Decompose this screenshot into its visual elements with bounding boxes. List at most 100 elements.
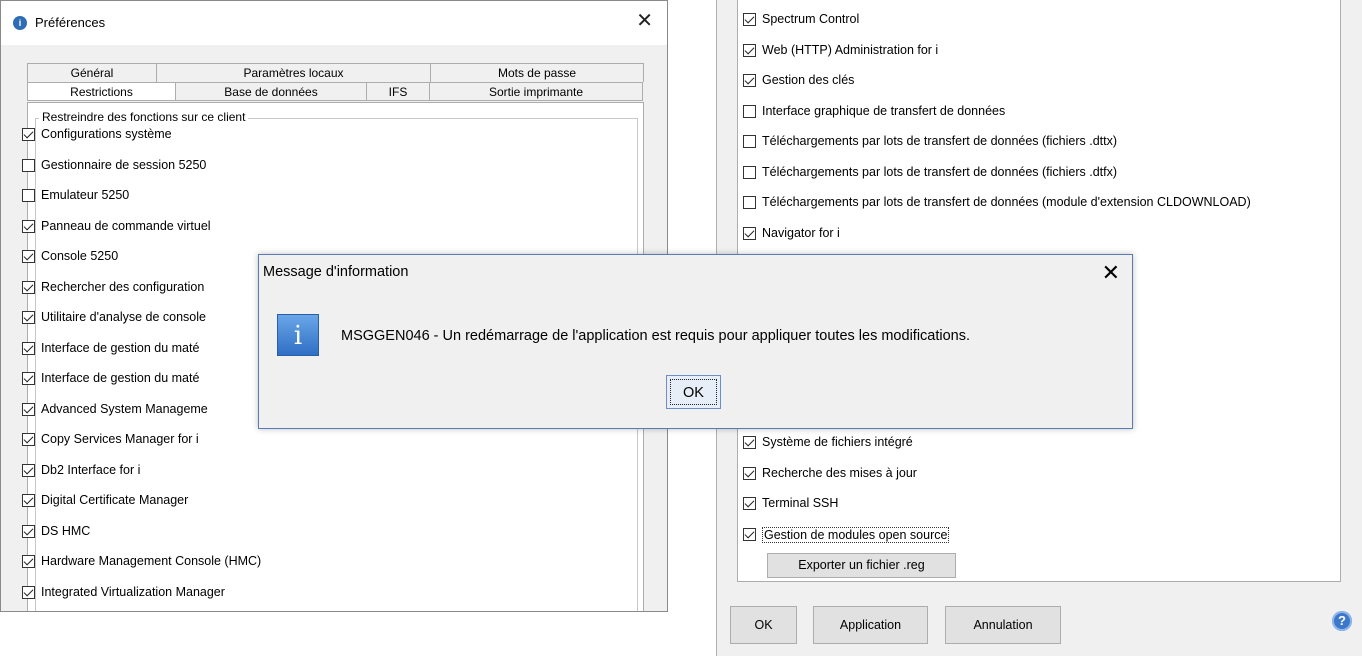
dialog-ok-label: OK (670, 379, 717, 405)
checkbox-label: Integrated Virtualization Manager (41, 584, 225, 599)
dialog-close-icon[interactable]: ✕ (1102, 261, 1120, 285)
checkbox-label: Terminal SSH (762, 496, 839, 510)
tab-ifs[interactable]: IFS (366, 82, 430, 101)
checkbox-item[interactable]: Gestionnaire de session 5250 (22, 158, 261, 189)
checkbox-item[interactable]: Panneau de commande virtuel (22, 219, 261, 250)
apply-button[interactable]: Application (813, 606, 928, 644)
checkbox-label: Gestion des clés (762, 73, 855, 87)
tab-base-de-donnees[interactable]: Base de données (175, 82, 367, 101)
export-reg-button[interactable]: Exporter un fichier .reg (767, 553, 956, 578)
checkbox-item[interactable]: Advanced System Manageme (22, 402, 261, 433)
checkbox-item[interactable]: Téléchargements par lots de transfert de… (743, 134, 1251, 165)
tab-restrictions[interactable]: Restrictions (27, 82, 176, 101)
dialog-ok-button[interactable]: OK (666, 375, 721, 409)
checkbox-item[interactable]: Spectrum Control (743, 12, 1251, 43)
checkbox-unchecked[interactable] (22, 158, 35, 172)
checkbox-label: Téléchargements par lots de transfert de… (762, 164, 1118, 179)
checkbox-checked[interactable] (743, 13, 756, 26)
checkbox-checked[interactable] (22, 372, 35, 385)
checkbox-item[interactable]: Recherche des mises à jour (743, 466, 949, 497)
checkbox-checked[interactable] (22, 219, 35, 233)
checkbox-unchecked[interactable] (743, 135, 756, 148)
checkbox-checked[interactable] (22, 555, 35, 568)
checkbox-item[interactable]: Integrated Virtualization Manager (22, 584, 261, 612)
checkbox-checked[interactable] (22, 341, 35, 355)
checkbox-item[interactable]: Hardware Management Console (HMC) (22, 554, 261, 585)
checkbox-item[interactable]: Utilitaire d'analyse de console (22, 310, 261, 341)
checkbox-item[interactable]: Console 5250 (22, 249, 261, 280)
checkbox-label: Hardware Management Console (HMC) (41, 554, 262, 568)
checkbox-item[interactable]: Gestion des clés (743, 73, 1251, 104)
checkbox-checked[interactable] (743, 497, 756, 510)
checkbox-unchecked[interactable] (22, 189, 35, 202)
window-title: Préférences (35, 15, 106, 30)
checkbox-checked[interactable] (22, 463, 35, 477)
checkbox-label: Interface graphique de transfert de donn… (762, 103, 1006, 118)
checkbox-label: Web (HTTP) Administration for i (762, 42, 939, 57)
tab-general[interactable]: Général (27, 63, 157, 82)
checkbox-label: Utilitaire d'analyse de console (41, 310, 206, 324)
checkbox-unchecked[interactable] (743, 196, 756, 209)
checkbox-item[interactable]: Navigator for i (743, 226, 1251, 257)
checkbox-label: Rechercher des configuration (41, 279, 205, 294)
checkbox-item[interactable]: Téléchargements par lots de transfert de… (743, 165, 1251, 196)
checkbox-checked[interactable] (22, 250, 35, 263)
checkbox-item[interactable]: Interface de gestion du maté (22, 371, 261, 402)
checkbox-checked[interactable] (743, 527, 756, 541)
app-icon: i (13, 16, 27, 30)
help-icon[interactable]: ? (1332, 611, 1352, 631)
tab-mots-de-passe[interactable]: Mots de passe (430, 63, 644, 82)
checkbox-checked[interactable] (22, 402, 35, 416)
checkbox-checked[interactable] (22, 128, 35, 141)
checkbox-checked[interactable] (22, 585, 35, 599)
tab-row-back: Général Paramètres locaux Mots de passe (27, 63, 644, 82)
checkbox-label: DS HMC (41, 523, 91, 538)
tab-sortie-imprimante[interactable]: Sortie imprimante (429, 82, 643, 101)
checkbox-label: Console 5250 (41, 249, 119, 263)
checkbox-item[interactable]: Système de fichiers intégré (743, 435, 949, 466)
checkbox-item[interactable]: Terminal SSH (743, 496, 949, 527)
dialog-message: MSGGEN046 - Un redémarrage de l'applicat… (341, 328, 971, 344)
checkbox-checked[interactable] (743, 436, 756, 449)
checkbox-item[interactable]: Digital Certificate Manager (22, 493, 261, 524)
checkbox-item[interactable]: Db2 Interface for i (22, 463, 261, 494)
checkbox-label: Spectrum Control (762, 12, 860, 26)
checkbox-label: Téléchargements par lots de transfert de… (762, 134, 1118, 148)
restriction-list-bottom: Système de fichiers intégré Recherche des… (743, 435, 950, 557)
checkbox-label: Recherche des mises à jour (762, 465, 917, 480)
checkbox-unchecked[interactable] (743, 104, 756, 118)
tab-parametres-locaux[interactable]: Paramètres locaux (156, 63, 431, 82)
checkbox-checked[interactable] (22, 524, 35, 538)
cancel-button[interactable]: Annulation (945, 606, 1061, 644)
checkbox-label: Configurations système (41, 127, 172, 141)
checkbox-item[interactable]: Interface graphique de transfert de donn… (743, 104, 1251, 135)
checkbox-label: Interface de gestion du maté (41, 371, 200, 385)
checkbox-label: Gestion de modules open source (762, 526, 950, 543)
checkbox-checked[interactable] (743, 226, 756, 240)
checkbox-item[interactable]: Téléchargements par lots de transfert de… (743, 195, 1251, 226)
close-icon[interactable]: ✕ (636, 10, 653, 32)
checkbox-checked[interactable] (22, 311, 35, 324)
restriction-list-top: Spectrum Control Web (HTTP) Administratio… (743, 12, 1251, 256)
information-dialog: Message d'information ✕ i MSGGEN046 - Un… (258, 254, 1133, 429)
checkbox-item[interactable]: Web (HTTP) Administration for i (743, 43, 1251, 74)
checkbox-checked[interactable] (743, 74, 756, 87)
checkbox-item[interactable]: Emulateur 5250 (22, 188, 261, 219)
checkbox-checked[interactable] (22, 494, 35, 507)
dialog-title: Message d'information (263, 264, 409, 280)
checkbox-label: Panneau de commande virtuel (41, 218, 211, 233)
checkbox-checked[interactable] (22, 433, 35, 446)
checkbox-unchecked[interactable] (743, 165, 756, 179)
checkbox-checked[interactable] (22, 280, 35, 294)
checkbox-checked[interactable] (743, 43, 756, 57)
checkbox-item[interactable]: Configurations système (22, 127, 261, 158)
checkbox-item[interactable]: DS HMC (22, 524, 261, 555)
checkbox-item[interactable]: Rechercher des configuration (22, 280, 261, 311)
checkbox-item[interactable]: Copy Services Manager for i (22, 432, 261, 463)
checkbox-checked[interactable] (743, 466, 756, 480)
tab-row-front: Restrictions Base de données IFS Sortie … (27, 82, 644, 101)
group-title: Restreindre des fonctions sur ce client (39, 110, 249, 124)
ok-button[interactable]: OK (730, 606, 797, 644)
checkbox-item[interactable]: Interface de gestion du maté (22, 341, 261, 372)
checkbox-label: Gestionnaire de session 5250 (41, 157, 207, 172)
